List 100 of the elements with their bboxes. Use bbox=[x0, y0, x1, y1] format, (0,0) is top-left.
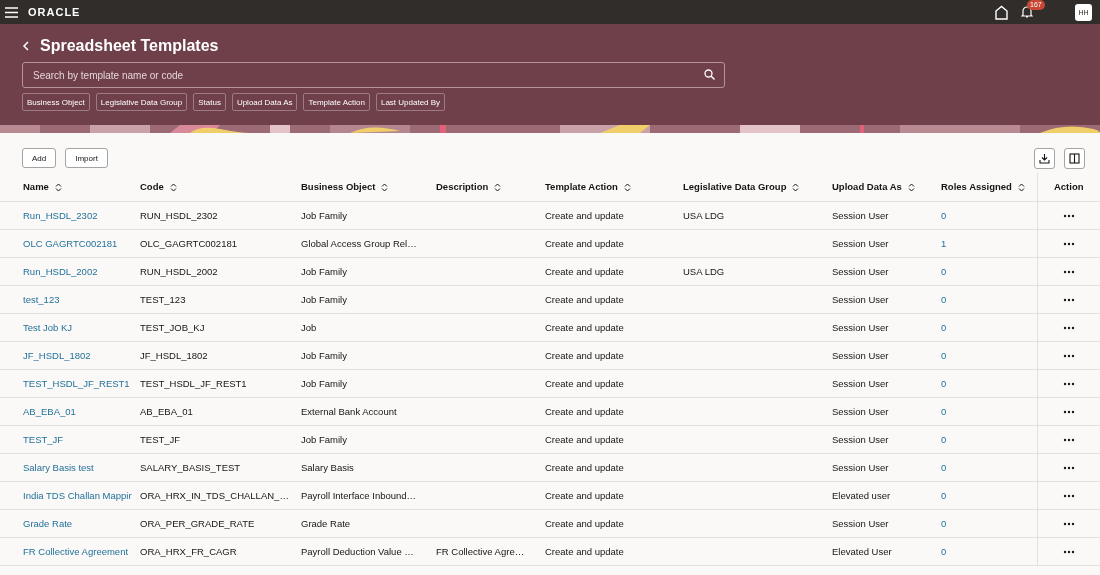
sort-icon[interactable] bbox=[907, 183, 915, 193]
logo: ORACLE bbox=[28, 6, 81, 18]
roles-link[interactable]: 0 bbox=[941, 517, 947, 529]
bell-icon[interactable] bbox=[1021, 5, 1033, 18]
roles-link[interactable]: 0 bbox=[941, 489, 947, 501]
template-link[interactable]: Salary Basis test bbox=[23, 461, 94, 473]
filter-chip[interactable]: Last Updated By bbox=[375, 93, 446, 111]
sort-icon[interactable] bbox=[381, 183, 389, 193]
more-icon bbox=[1061, 492, 1076, 499]
home-icon[interactable] bbox=[994, 4, 1009, 20]
table-cell: Session User bbox=[832, 237, 889, 249]
table-cell: Create and update bbox=[545, 517, 624, 529]
more-actions-button[interactable] bbox=[1061, 380, 1076, 387]
more-actions-button[interactable] bbox=[1061, 268, 1076, 275]
toolbar-button[interactable]: Add bbox=[22, 148, 57, 168]
table-cell: Session User bbox=[832, 461, 889, 473]
column-header[interactable]: Name bbox=[0, 173, 135, 201]
column-header[interactable]: Code bbox=[135, 173, 296, 201]
columns-button[interactable] bbox=[1064, 147, 1085, 169]
roles-link[interactable]: 0 bbox=[941, 377, 947, 389]
filter-chip[interactable]: Business Object bbox=[22, 93, 90, 111]
more-actions-button[interactable] bbox=[1061, 548, 1076, 555]
template-link[interactable]: AB_EBA_01 bbox=[23, 405, 76, 417]
template-link[interactable]: India TDS Challan Mappir bbox=[23, 489, 132, 501]
table-cell: Create and update bbox=[545, 293, 624, 305]
download-button[interactable] bbox=[1034, 147, 1055, 169]
template-link[interactable]: Test Job KJ bbox=[23, 321, 73, 333]
more-icon bbox=[1061, 464, 1076, 471]
more-icon bbox=[1061, 268, 1076, 275]
table-cell: Session User bbox=[832, 517, 889, 529]
column-header[interactable]: Template Action bbox=[540, 173, 678, 201]
more-actions-button[interactable] bbox=[1061, 436, 1076, 443]
sort-icon[interactable] bbox=[1017, 183, 1025, 193]
roles-link[interactable]: 1 bbox=[941, 237, 947, 249]
roles-link[interactable]: 0 bbox=[941, 349, 947, 361]
more-actions-button[interactable] bbox=[1061, 212, 1076, 219]
back-icon[interactable] bbox=[22, 41, 30, 51]
table-cell: Create and update bbox=[545, 489, 624, 501]
column-header[interactable]: Legislative Data Group bbox=[678, 173, 827, 201]
template-link[interactable]: Run_HSDL_2302 bbox=[23, 209, 98, 221]
table-cell: Elevated User bbox=[832, 545, 892, 557]
more-actions-button[interactable] bbox=[1061, 492, 1076, 499]
more-icon bbox=[1061, 520, 1076, 527]
template-link[interactable]: OLC GAGRTC002181 bbox=[23, 237, 118, 249]
more-actions-button[interactable] bbox=[1061, 520, 1076, 527]
search-icon[interactable] bbox=[704, 69, 715, 80]
table-cell: Session User bbox=[832, 209, 889, 221]
search-field[interactable]: Search by template name or code bbox=[22, 62, 725, 88]
sort-icon[interactable] bbox=[792, 183, 800, 193]
table-cell: Session User bbox=[832, 321, 889, 333]
table-cell: Job Family bbox=[301, 433, 347, 445]
column-header[interactable]: Description bbox=[431, 173, 540, 201]
template-link[interactable]: test_123 bbox=[23, 293, 60, 305]
roles-link[interactable]: 0 bbox=[941, 321, 947, 333]
filter-chip[interactable]: Status bbox=[193, 93, 226, 111]
filter-chip[interactable]: Template Action bbox=[303, 93, 370, 111]
more-icon bbox=[1061, 380, 1076, 387]
more-actions-button[interactable] bbox=[1061, 296, 1076, 303]
column-header[interactable]: Upload Data As bbox=[827, 173, 936, 201]
sort-icon[interactable] bbox=[494, 183, 502, 193]
roles-link[interactable]: 0 bbox=[941, 433, 947, 445]
table-cell: Create and update bbox=[545, 265, 624, 277]
columns-icon bbox=[1069, 152, 1080, 164]
more-actions-button[interactable] bbox=[1061, 464, 1076, 471]
roles-link[interactable]: 0 bbox=[941, 405, 947, 417]
filter-chip[interactable]: Upload Data As bbox=[231, 93, 298, 111]
table-cell: Create and update bbox=[545, 237, 624, 249]
column-header[interactable]: Roles Assigned bbox=[936, 173, 1037, 201]
table-cell: Job Family bbox=[301, 349, 347, 361]
table-cell: Payroll Deduction Value … bbox=[301, 545, 414, 557]
filter-chip[interactable]: Legislative Data Group bbox=[95, 93, 188, 111]
table-cell: FR Collective Agre… bbox=[436, 545, 525, 557]
roles-link[interactable]: 0 bbox=[941, 545, 947, 557]
toolbar-button[interactable]: Import bbox=[65, 148, 108, 168]
column-header[interactable]: Business Object bbox=[296, 173, 431, 201]
roles-link[interactable]: 0 bbox=[941, 293, 947, 305]
more-actions-button[interactable] bbox=[1061, 408, 1076, 415]
roles-link[interactable]: 0 bbox=[941, 461, 947, 473]
table-cell: Job Family bbox=[301, 209, 347, 221]
template-link[interactable]: Grade Rate bbox=[23, 517, 73, 529]
menu-icon[interactable] bbox=[5, 6, 18, 18]
more-actions-button[interactable] bbox=[1061, 324, 1076, 331]
template-link[interactable]: JF_HSDL_1802 bbox=[23, 349, 91, 361]
template-link[interactable]: Run_HSDL_2002 bbox=[23, 265, 98, 277]
table-cell: Create and update bbox=[545, 349, 624, 361]
more-actions-button[interactable] bbox=[1061, 240, 1076, 247]
table-cell: OLC_GAGRTC002181 bbox=[140, 237, 237, 249]
table-cell: Session User bbox=[832, 405, 889, 417]
table-cell: Session User bbox=[832, 377, 889, 389]
sort-icon[interactable] bbox=[623, 183, 631, 193]
sort-icon[interactable] bbox=[54, 183, 62, 193]
more-actions-button[interactable] bbox=[1061, 352, 1076, 359]
table-cell: Elevated user bbox=[832, 489, 891, 501]
sort-icon[interactable] bbox=[169, 183, 177, 193]
template-link[interactable]: FR Collective Agreement bbox=[23, 545, 129, 557]
roles-link[interactable]: 0 bbox=[941, 265, 947, 277]
roles-link[interactable]: 0 bbox=[941, 209, 947, 221]
template-link[interactable]: TEST_JF bbox=[23, 433, 64, 445]
column-header: Action bbox=[1037, 173, 1100, 201]
template-link[interactable]: TEST_HSDL_JF_REST1 bbox=[23, 377, 130, 389]
